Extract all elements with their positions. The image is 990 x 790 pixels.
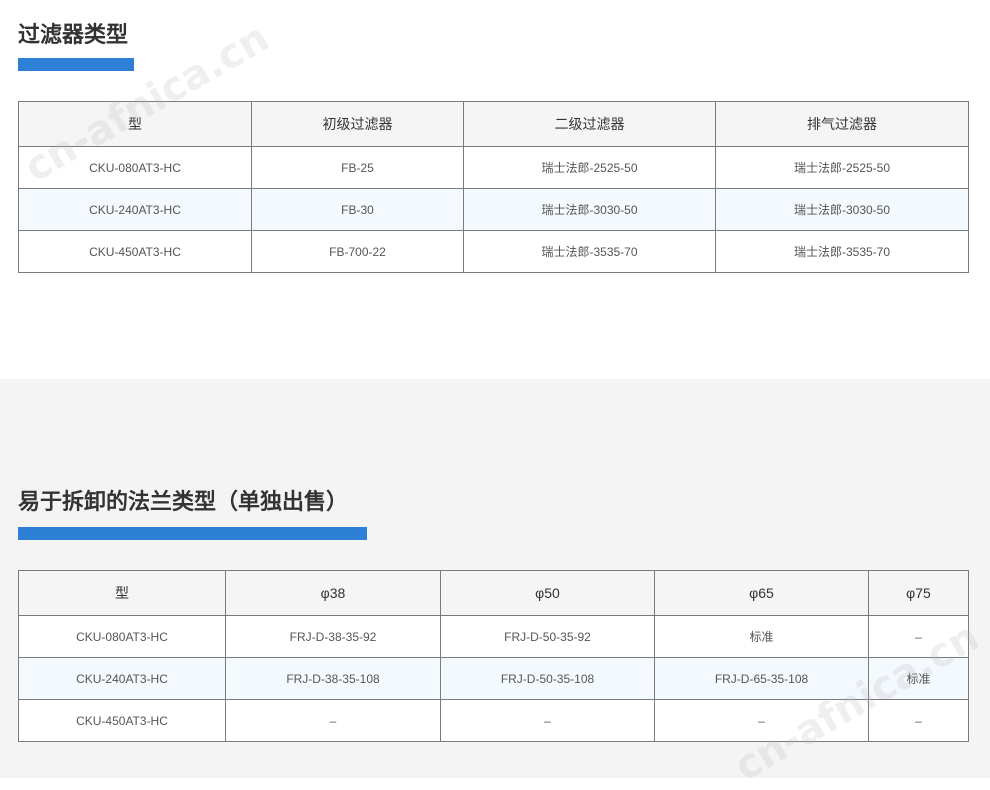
table-row: CKU-080AT3-HC FRJ-D-38-35-92 FRJ-D-50-35…: [18, 615, 969, 658]
table-cell: –: [225, 699, 441, 742]
table-cell: FRJ-D-50-35-92: [440, 615, 655, 658]
flange-types-section: 易于拆卸的法兰类型（单独出售） 型 φ38 φ50 φ65 φ75 CKU-08…: [0, 379, 990, 790]
table-cell: CKU-080AT3-HC: [18, 615, 226, 658]
header-cell: φ75: [868, 570, 969, 616]
table-cell: 标准: [654, 615, 869, 658]
table-header-row: 型 初级过滤器 二级过滤器 排气过滤器: [18, 101, 969, 147]
table-cell: 瑞士法郎-3030-50: [463, 188, 716, 231]
table-cell: FRJ-D-38-35-92: [225, 615, 441, 658]
table-cell: 瑞士法郎-2525-50: [463, 146, 716, 189]
filter-types-table: 型 初级过滤器 二级过滤器 排气过滤器 CKU-080AT3-HC FB-25 …: [18, 101, 969, 273]
flange-types-title: 易于拆卸的法兰类型（单独出售）: [18, 490, 349, 515]
header-cell: 初级过滤器: [251, 101, 464, 147]
title-accent-bar: [18, 527, 367, 540]
table-row: CKU-450AT3-HC FB-700-22 瑞士法郎-3535-70 瑞士法…: [18, 230, 969, 273]
table-cell: FRJ-D-65-35-108: [654, 657, 869, 700]
table-cell: CKU-450AT3-HC: [18, 230, 252, 273]
table-cell: 瑞士法郎-3535-70: [463, 230, 716, 273]
header-cell: φ65: [654, 570, 869, 616]
table-cell: 瑞士法郎-3535-70: [715, 230, 969, 273]
table-cell: FB-30: [251, 188, 464, 231]
header-cell: 型: [18, 570, 226, 616]
table-cell: FRJ-D-38-35-108: [225, 657, 441, 700]
table-header-row: 型 φ38 φ50 φ65 φ75: [18, 570, 969, 616]
table-cell: FRJ-D-50-35-108: [440, 657, 655, 700]
table-row: CKU-240AT3-HC FRJ-D-38-35-108 FRJ-D-50-3…: [18, 657, 969, 700]
table-cell: CKU-450AT3-HC: [18, 699, 226, 742]
table-cell: –: [868, 615, 969, 658]
flange-types-table: 型 φ38 φ50 φ65 φ75 CKU-080AT3-HC FRJ-D-38…: [18, 570, 969, 742]
filter-types-title: 过滤器类型: [18, 23, 129, 48]
table-row: CKU-240AT3-HC FB-30 瑞士法郎-3030-50 瑞士法郎-30…: [18, 188, 969, 231]
header-cell: φ50: [440, 570, 655, 616]
table-cell: –: [440, 699, 655, 742]
table-cell: 标准: [868, 657, 969, 700]
header-cell: 型: [18, 101, 252, 147]
header-cell: 二级过滤器: [463, 101, 716, 147]
header-cell: 排气过滤器: [715, 101, 969, 147]
table-cell: –: [868, 699, 969, 742]
table-row: CKU-450AT3-HC – – – –: [18, 699, 969, 742]
table-cell: FB-25: [251, 146, 464, 189]
table-row: CKU-080AT3-HC FB-25 瑞士法郎-2525-50 瑞士法郎-25…: [18, 146, 969, 189]
table-cell: CKU-080AT3-HC: [18, 146, 252, 189]
filter-types-section: 过滤器类型 型 初级过滤器 二级过滤器 排气过滤器 CKU-080AT3-HC …: [0, 0, 990, 379]
table-cell: –: [654, 699, 869, 742]
table-cell: CKU-240AT3-HC: [18, 657, 226, 700]
table-cell: 瑞士法郎-3030-50: [715, 188, 969, 231]
table-cell: CKU-240AT3-HC: [18, 188, 252, 231]
table-cell: FB-700-22: [251, 230, 464, 273]
table-cell: 瑞士法郎-2525-50: [715, 146, 969, 189]
title-accent-bar: [18, 58, 134, 71]
header-cell: φ38: [225, 570, 441, 616]
